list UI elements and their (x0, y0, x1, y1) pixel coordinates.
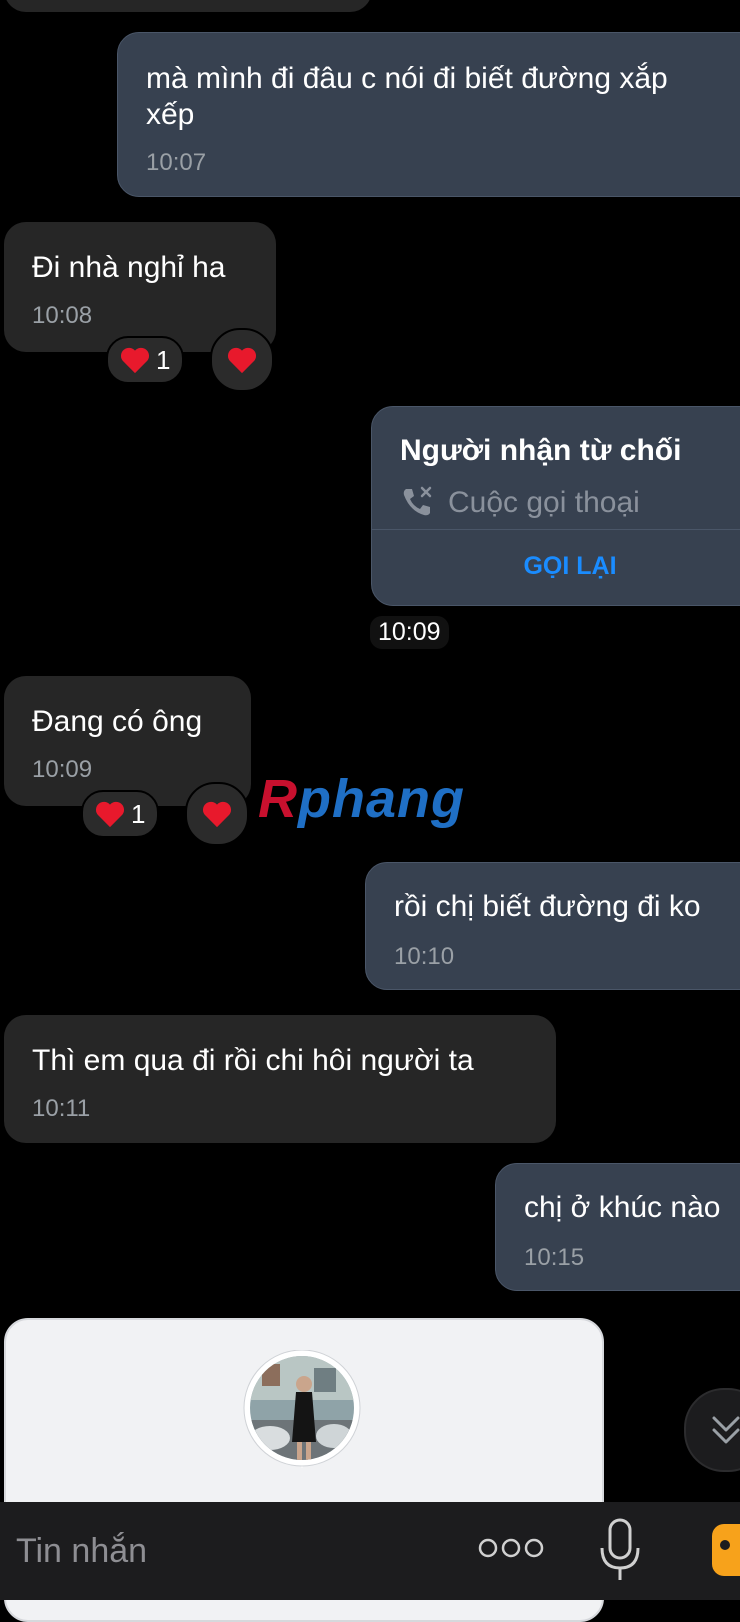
heart-icon (227, 347, 257, 374)
composer-bar: Tin nhắn (0, 1502, 740, 1600)
message-bubble-sent[interactable]: chị ở khúc nào 10:15 (495, 1163, 740, 1291)
message-bubble-received[interactable]: Thì em qua đi rồi chi hôi người ta 10:11 (4, 1015, 556, 1143)
message-bubble-sent[interactable]: rồi chị biết đường đi ko 10:10 (365, 862, 740, 990)
message-time: 10:15 (524, 1244, 585, 1271)
message-text: rồi chị biết đường đi ko (394, 890, 701, 923)
call-card: Người nhận từ chối Cuộc gọi thoại GỌI LẠ… (371, 406, 740, 606)
message-time: 10:07 (146, 149, 207, 176)
message-text: mà mình đi đâu c nói đi biết đường xắp (146, 62, 668, 95)
scroll-to-bottom-button[interactable] (684, 1388, 740, 1472)
message-time: 10:10 (394, 943, 455, 970)
phone-declined-icon (403, 486, 432, 516)
message-time: 10:11 (32, 1095, 91, 1122)
message-text: chị ở khúc nào (524, 1191, 721, 1224)
reaction-count-badge[interactable]: 1 (106, 336, 185, 384)
reaction-count-badge[interactable]: 1 (81, 790, 160, 838)
reaction-count: 1 (156, 344, 171, 375)
heart-icon (95, 801, 125, 828)
microphone-icon[interactable] (598, 1518, 642, 1582)
message-input[interactable]: Tin nhắn (16, 1532, 147, 1571)
message-text: Thì em qua đi rồi chi hôi người ta (32, 1044, 474, 1077)
chevron-down-icon (712, 1416, 740, 1444)
avatar-pin-image (243, 1349, 361, 1468)
message-bubble-partial[interactable] (4, 0, 372, 12)
sticker-icon[interactable] (712, 1524, 740, 1576)
message-bubble-sent[interactable]: mà mình đi đâu c nói đi biết đường xắp x… (117, 32, 740, 197)
reaction-count: 1 (131, 798, 146, 829)
message-text: Đi nhà nghỉ ha (32, 251, 226, 284)
call-title: Người nhận từ chối (400, 434, 682, 467)
react-button[interactable] (185, 782, 249, 846)
message-time: 10:09 (370, 616, 449, 649)
heart-icon (120, 347, 150, 374)
more-dots-icon[interactable] (478, 1536, 544, 1560)
react-button[interactable] (210, 328, 274, 392)
message-text: Đang có ông (32, 705, 203, 738)
call-subtitle: Cuộc gọi thoại (448, 486, 640, 519)
message-time: 10:09 (32, 756, 93, 783)
message-time: 10:08 (32, 302, 93, 329)
call-divider (372, 529, 740, 530)
heart-icon (202, 801, 232, 828)
avatar[interactable] (242, 1349, 362, 1480)
watermark-logo: Rphang (258, 769, 465, 829)
message-text: xếp (146, 98, 195, 131)
call-back-button[interactable]: GỌI LẠI (372, 531, 740, 601)
